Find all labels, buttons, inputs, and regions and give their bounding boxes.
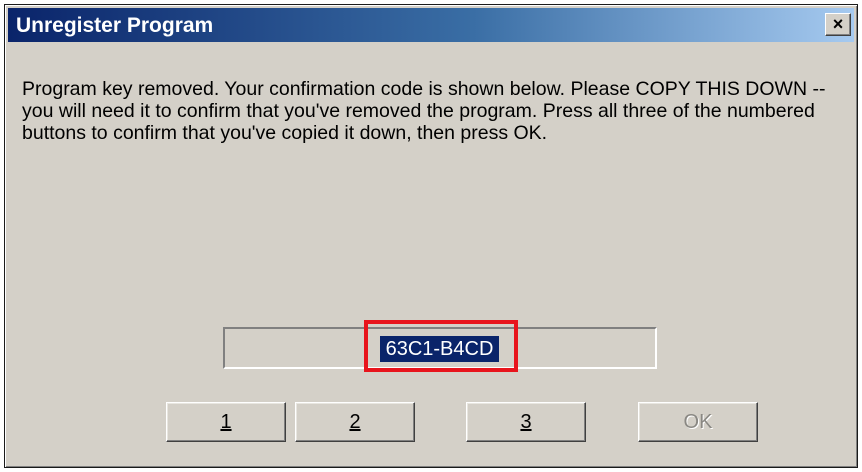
button-3[interactable]: 3 <box>466 402 586 442</box>
button-2[interactable]: 2 <box>295 402 415 442</box>
close-button[interactable]: × <box>825 13 851 36</box>
highlight-annotation <box>364 320 518 372</box>
button-1[interactable]: 1 <box>166 402 286 442</box>
button-1-label: 1 <box>220 410 232 433</box>
close-icon: × <box>832 14 844 34</box>
instructions-text: Program key removed. Your confirmation c… <box>22 78 826 144</box>
ok-button[interactable]: OK <box>638 402 758 442</box>
ok-button-label: OK <box>683 410 713 433</box>
title-bar[interactable]: Unregister Program × <box>8 8 854 42</box>
unregister-dialog: Unregister Program × <box>4 4 858 468</box>
window-title: Unregister Program <box>16 14 214 37</box>
button-3-label: 3 <box>520 410 532 433</box>
button-2-label: 2 <box>349 410 361 433</box>
